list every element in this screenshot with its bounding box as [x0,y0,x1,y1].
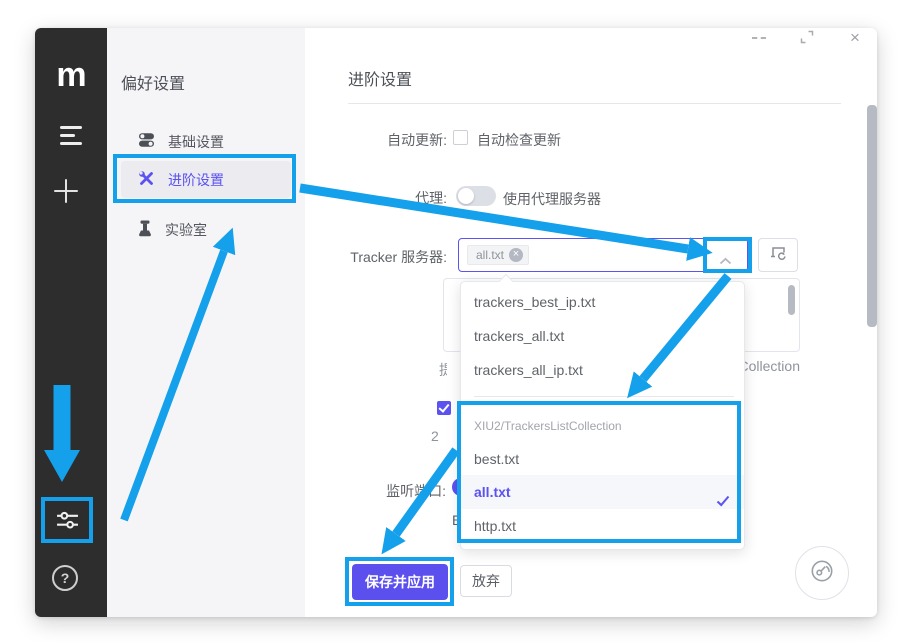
sync-tracker-button[interactable] [758,238,798,272]
minimize-icon[interactable] [752,37,766,39]
switch-knob [458,188,474,204]
tracker-select[interactable]: all.txt × [458,238,748,272]
help-glyph: ? [61,570,70,586]
maximize-icon[interactable] [800,30,814,49]
auto-update-checkbox[interactable] [453,130,468,145]
window-scrollbar[interactable] [867,105,877,327]
proxy-label: 代理: [317,188,447,208]
tracker-label: Tracker 服务器: [317,247,447,267]
sidebar-item-label: 基础设置 [168,132,224,152]
app-sidebar: m ? [35,28,107,617]
motrix-preferences-window: m ? 偏好设 [35,28,877,617]
dropdown-divider [474,396,734,397]
dropdown-item[interactable]: trackers_best_ip.txt [461,285,744,319]
textarea-scrollbar[interactable] [788,285,795,315]
dropdown-item[interactable]: http.txt [461,509,744,543]
dropdown-item[interactable]: trackers_all_ip.txt [461,353,744,387]
save-and-apply-button[interactable]: 保存并应用 [352,564,448,600]
speed-limit-button[interactable] [795,546,849,600]
dropdown-item[interactable]: best.txt [461,442,744,476]
obscured-number-fragment: 2 [431,428,439,444]
obscured-helper-fragment: 〈 [439,374,446,391]
speedometer-icon [808,557,836,590]
prefs-sidebar: 偏好设置 基础设置 [107,28,305,617]
discard-button[interactable]: 放弃 [460,565,512,597]
auto-update-label: 自动更新: [317,130,447,150]
sidebar-item-lab[interactable]: 实验室 [121,211,291,248]
sidebar-item-basic-settings[interactable]: 基础设置 [121,123,291,160]
selected-tag: all.txt × [467,245,529,265]
chevron-up-icon[interactable] [719,252,732,270]
sync-checkbox-checked[interactable] [437,401,451,415]
preferences-icon[interactable] [56,509,79,537]
basic-settings-icon [138,132,155,151]
check-icon [716,485,730,499]
proxy-switch-label: 使用代理服务器 [503,189,601,209]
sidebar-item-advanced-settings[interactable]: 进阶设置 [121,161,291,198]
tracker-dropdown: trackers_best_ip.txt trackers_all.txt tr… [460,281,745,550]
sidebar-item-label: 进阶设置 [168,170,224,190]
lab-icon [138,220,152,240]
proxy-switch[interactable] [456,186,496,206]
dropdown-group-label: XIU2/TrackersListCollection [474,419,622,433]
tag-label: all.txt [476,248,504,262]
listen-port-label: 监听端口: [316,481,446,501]
close-icon[interactable]: × [846,28,864,46]
advanced-settings-icon [138,170,155,190]
dropdown-item-selected[interactable]: all.txt [461,475,744,509]
screenshot-stage: m ? 偏好设 [0,0,906,643]
prefs-title: 偏好设置 [121,70,185,94]
motrix-logo-icon: m [35,58,107,92]
sidebar-item-label: 实验室 [165,220,207,240]
sync-tracker-icon [769,245,787,266]
dropdown-item-label: all.txt [474,484,511,500]
title-divider [348,103,841,104]
page-title: 进阶设置 [348,66,412,90]
help-icon[interactable]: ? [52,565,78,591]
tag-close-icon[interactable]: × [509,248,523,262]
dropdown-item[interactable]: trackers_all.txt [461,319,744,353]
auto-update-checkbox-label[interactable]: 自动检查更新 [477,130,561,150]
